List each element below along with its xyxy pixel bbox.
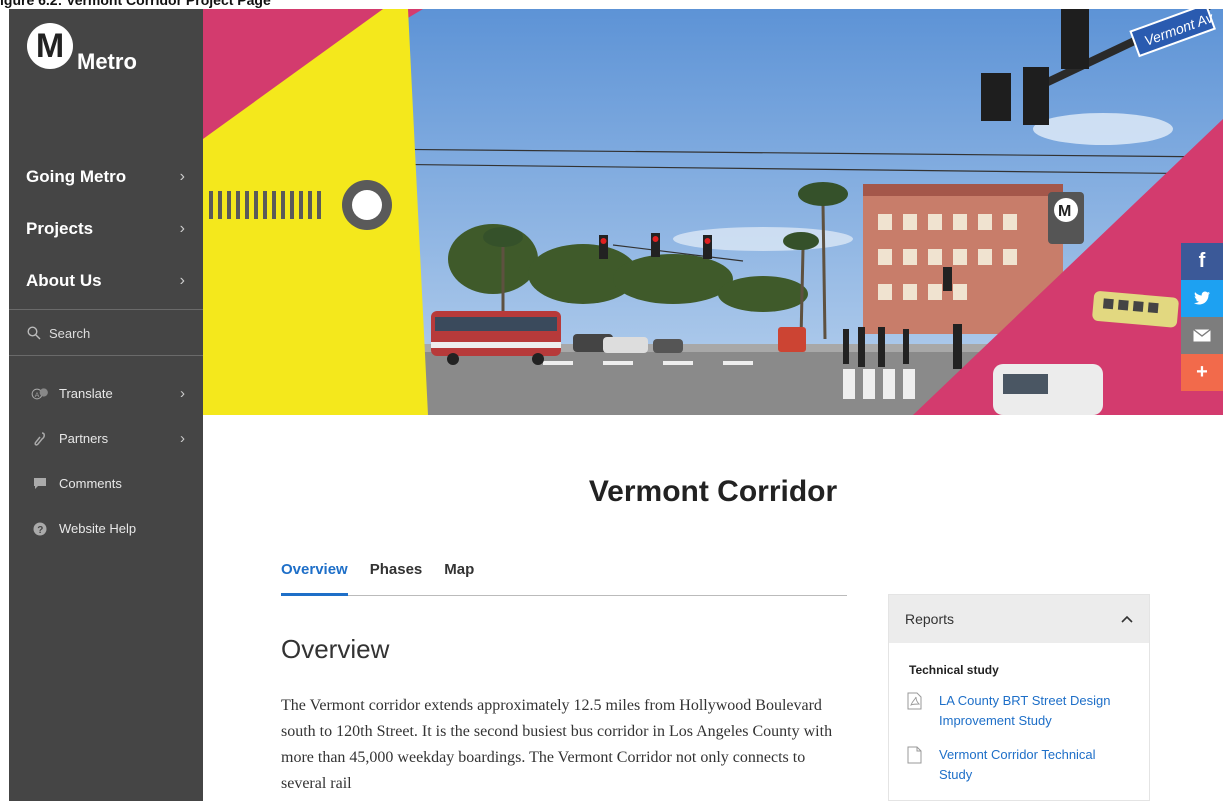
nav-item-projects[interactable]: Projects › bbox=[9, 203, 203, 255]
chevron-right-icon: › bbox=[179, 272, 185, 289]
facebook-share-button[interactable]: f bbox=[1181, 243, 1223, 280]
document-icon bbox=[907, 745, 927, 785]
reports-header-toggle[interactable]: Reports bbox=[889, 595, 1149, 643]
nav-item-label: Comments bbox=[59, 476, 122, 491]
page-title: Vermont Corridor bbox=[588, 475, 838, 508]
svg-text:?: ? bbox=[37, 525, 43, 536]
overview-paragraph: The Vermont corridor extends approximate… bbox=[281, 697, 833, 792]
secondary-nav: A Translate › Partners › Comments ? Webs… bbox=[9, 371, 203, 551]
nav-item-label: Translate bbox=[59, 386, 113, 401]
metro-logo[interactable]: M Metro bbox=[27, 23, 137, 74]
more-share-button[interactable]: + bbox=[1181, 354, 1223, 391]
hero-banner: Vermont Av M bbox=[203, 9, 1223, 415]
nav-item-label: Going Metro bbox=[26, 167, 127, 186]
reports-title: Reports bbox=[905, 611, 955, 627]
nav-item-label: Projects bbox=[26, 219, 94, 238]
svg-text:A: A bbox=[35, 392, 40, 399]
nav-item-comments[interactable]: Comments bbox=[9, 461, 203, 506]
metro-logo-text: Metro bbox=[77, 49, 137, 74]
station-letter: M bbox=[1058, 203, 1071, 220]
chevron-right-icon: › bbox=[179, 168, 185, 185]
facebook-icon: f bbox=[1198, 250, 1206, 272]
nav-item-label: Website Help bbox=[59, 521, 137, 536]
twitter-share-button[interactable] bbox=[1181, 280, 1223, 317]
share-bar: f + bbox=[1181, 243, 1223, 391]
chevron-right-icon: › bbox=[179, 220, 185, 237]
link-icon bbox=[31, 431, 49, 447]
metro-logo-icon: M bbox=[27, 23, 73, 69]
tab-overview[interactable]: Overview bbox=[281, 555, 348, 596]
nav-item-about-us[interactable]: About Us › bbox=[9, 255, 203, 307]
translate-icon: A bbox=[31, 385, 49, 403]
sidebar: M Metro Going Metro › Projects › About U… bbox=[9, 9, 203, 801]
search-button[interactable]: Search bbox=[9, 310, 203, 356]
tab-bar: Overview Phases Map bbox=[281, 555, 847, 596]
reports-subheading: Technical study bbox=[909, 663, 999, 677]
chevron-up-icon bbox=[1121, 615, 1133, 623]
tab-phases[interactable]: Phases bbox=[370, 555, 423, 595]
email-share-button[interactable] bbox=[1181, 317, 1223, 354]
top-banner-text: igure 6.2: Vermont Corridor Project Page bbox=[0, 0, 271, 8]
report-link[interactable]: LA County BRT Street Design Improvement … bbox=[907, 691, 1149, 731]
chevron-right-icon: › bbox=[180, 385, 185, 402]
search-icon bbox=[27, 326, 41, 340]
nav-item-label: Partners bbox=[59, 431, 109, 446]
nav-item-translate[interactable]: A Translate › bbox=[9, 371, 203, 416]
section-heading: Overview bbox=[281, 634, 390, 664]
pdf-icon bbox=[907, 691, 927, 731]
top-banner: igure 6.2: Vermont Corridor Project Page bbox=[0, 0, 1223, 9]
reports-panel: Reports Technical study LA County BRT St… bbox=[888, 594, 1150, 801]
plus-icon: + bbox=[1196, 361, 1208, 383]
nav-item-label: About Us bbox=[26, 271, 102, 290]
main-nav: Going Metro › Projects › About Us › bbox=[9, 151, 203, 307]
hero-image: Vermont Av M bbox=[203, 9, 1223, 415]
search-label: Search bbox=[49, 325, 91, 341]
nav-item-going-metro[interactable]: Going Metro › bbox=[9, 151, 203, 203]
twitter-icon bbox=[1194, 291, 1210, 305]
chevron-right-icon: › bbox=[180, 430, 185, 447]
report-link-label: Vermont Corridor Technical Study bbox=[939, 747, 1096, 782]
report-link[interactable]: Vermont Corridor Technical Study bbox=[907, 745, 1149, 785]
sidebar-divider bbox=[9, 355, 203, 356]
email-icon bbox=[1193, 329, 1211, 342]
report-link-label: LA County BRT Street Design Improvement … bbox=[939, 693, 1111, 728]
nav-item-partners[interactable]: Partners › bbox=[9, 416, 203, 461]
tab-map[interactable]: Map bbox=[444, 555, 474, 595]
comment-icon bbox=[31, 477, 49, 490]
help-icon: ? bbox=[31, 522, 49, 536]
nav-item-website-help[interactable]: ? Website Help bbox=[9, 506, 203, 551]
